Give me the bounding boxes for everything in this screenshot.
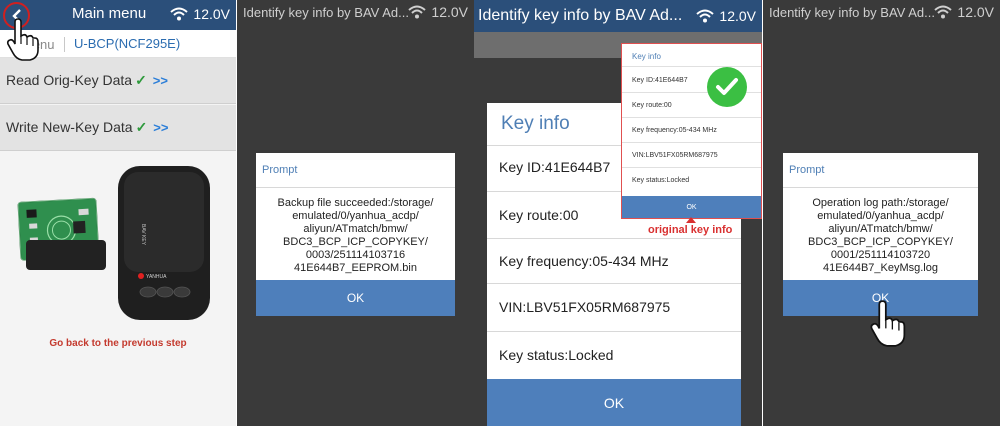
prompt-dialog: Prompt Operation log path:/storage/ emul… bbox=[783, 153, 978, 316]
message-line: emulated/0/yanhua_acdp/ bbox=[817, 210, 944, 222]
vin-row: VIN:LBV51FX05RM687975 bbox=[499, 299, 671, 315]
inset-ok-button: OK bbox=[622, 196, 761, 218]
inset-divider bbox=[622, 117, 761, 118]
original-key-info-label: original key info bbox=[648, 224, 733, 236]
check-icon: ✓ bbox=[135, 72, 147, 88]
wifi-icon bbox=[934, 5, 953, 19]
key-frequency-row: Key frequency:05-434 MHz bbox=[499, 253, 669, 269]
app-header: Identify key info by BAV Ad... 12.0V bbox=[763, 0, 1000, 24]
row-divider bbox=[487, 238, 741, 239]
dialog-divider bbox=[783, 187, 978, 188]
inset-key-id: Key ID:41E644B7 bbox=[632, 77, 688, 84]
inset-divider bbox=[622, 167, 761, 168]
menu-item-label: Read Orig-Key Data bbox=[6, 72, 133, 88]
inset-key-frequency: Key frequency:05-434 MHz bbox=[632, 127, 717, 134]
row-divider bbox=[487, 283, 741, 284]
inset-vin: VIN:LBV51FX05RM687975 bbox=[632, 152, 718, 159]
hand-pointer-icon bbox=[870, 300, 906, 347]
menu-item-write-new-key[interactable]: Write New-Key Data ✓ >> bbox=[0, 105, 236, 151]
menu-item-read-orig-key[interactable]: Read Orig-Key Data ✓ >> bbox=[0, 58, 236, 104]
wifi-icon bbox=[170, 7, 189, 21]
message-line: 41E644B7_EEPROM.bin bbox=[294, 262, 417, 274]
menu-item-label: Write New-Key Data bbox=[6, 119, 133, 135]
inset-divider bbox=[622, 66, 761, 67]
battery-voltage: 12.0V bbox=[431, 4, 468, 20]
dialog-divider bbox=[256, 187, 455, 188]
log-prompt-screen: Identify key info by BAV Ad... 12.0V Pro… bbox=[763, 0, 1000, 426]
check-icon: ✓ bbox=[135, 119, 148, 135]
success-check-icon bbox=[707, 67, 747, 107]
page-title: Main menu bbox=[72, 5, 147, 22]
message-line: Backup file succeeded:/storage/ bbox=[277, 197, 434, 209]
key-info-screen: Identify key info by BAV Ad... 12.0V Key… bbox=[474, 0, 762, 426]
dialog-title: Prompt bbox=[262, 164, 298, 176]
key-status-row: Key status:Locked bbox=[499, 347, 614, 363]
key-programmer-device-image: BAV KEY YANHUA bbox=[17, 166, 210, 320]
prompt-dialog: Prompt Backup file succeeded:/storage/ e… bbox=[256, 153, 455, 316]
status-area: 12.0V bbox=[170, 6, 230, 22]
inset-title: Key info bbox=[632, 52, 661, 61]
app-header: Identify key info by BAV Ad... 12.0V bbox=[237, 0, 474, 24]
breadcrumb-separator bbox=[64, 37, 65, 52]
message-line: 0001/251114103720 bbox=[830, 249, 931, 261]
message-line: aliyun/ATmatch/bmw/ bbox=[828, 223, 933, 235]
device-brand-label: BAV KEY bbox=[140, 224, 146, 246]
device-logo-text: YANHUA bbox=[146, 274, 167, 280]
ok-button[interactable]: OK bbox=[487, 379, 741, 426]
status-area: 12.0V bbox=[408, 4, 468, 20]
breadcrumb-current: U-BCP(NCF295E) bbox=[74, 36, 181, 51]
wifi-icon bbox=[408, 5, 427, 19]
inset-key-status: Key status:Locked bbox=[632, 177, 690, 184]
battery-voltage: 12.0V bbox=[957, 4, 994, 20]
dialog-title: Key info bbox=[501, 113, 570, 134]
status-area: 12.0V bbox=[934, 4, 994, 20]
message-line: aliyun/ATmatch/bmw/ bbox=[303, 223, 408, 235]
app-header: Identify key info by BAV Ad... 12.0V bbox=[474, 0, 762, 32]
header-title: Identify key info by BAV Ad... bbox=[243, 5, 409, 20]
dialog-title: Prompt bbox=[789, 164, 825, 176]
message-line: BDC3_BCP_ICP_COPYKEY/ bbox=[283, 236, 428, 248]
battery-voltage: 12.0V bbox=[193, 6, 230, 22]
status-area: 12.0V bbox=[696, 8, 756, 24]
battery-voltage: 12.0V bbox=[719, 8, 756, 24]
annotation-pointer-icon bbox=[686, 217, 696, 223]
header-title: Identify key info by BAV Ad... bbox=[769, 5, 935, 20]
forward-arrow-icon: >> bbox=[152, 73, 168, 88]
message-line: 0003/251114103716 bbox=[305, 249, 406, 261]
message-line: emulated/0/yanhua_acdp/ bbox=[292, 210, 419, 222]
message-line: 41E644B7_KeyMsg.log bbox=[823, 262, 938, 274]
dialog-message: Backup file succeeded:/storage/ emulated… bbox=[256, 197, 455, 275]
main-menu-screen: Main menu 12.0V menu U-BCP(NCF295E) Read… bbox=[0, 0, 236, 426]
inset-divider bbox=[622, 142, 761, 143]
wifi-icon bbox=[696, 9, 715, 23]
go-back-hint[interactable]: Go back to the previous step bbox=[0, 338, 236, 349]
key-route-row: Key route:00 bbox=[499, 207, 579, 223]
ok-button[interactable]: OK bbox=[256, 280, 455, 316]
inset-key-route: Key route:00 bbox=[632, 102, 672, 109]
hand-pointer-icon bbox=[6, 18, 39, 61]
backup-prompt-screen: Identify key info by BAV Ad... 12.0V Pro… bbox=[237, 0, 474, 426]
original-key-info-inset: Key info Key ID:41E644B7 Key route:00 Ke… bbox=[621, 43, 762, 219]
message-line: BDC3_BCP_ICP_COPYKEY/ bbox=[808, 236, 953, 248]
header-title: Identify key info by BAV Ad... bbox=[478, 7, 683, 24]
message-line: Operation log path:/storage/ bbox=[812, 197, 949, 209]
key-id-row: Key ID:41E644B7 bbox=[499, 159, 611, 175]
dialog-message: Operation log path:/storage/ emulated/0/… bbox=[783, 197, 978, 275]
row-divider bbox=[487, 331, 741, 332]
forward-arrow-icon: >> bbox=[153, 120, 169, 135]
